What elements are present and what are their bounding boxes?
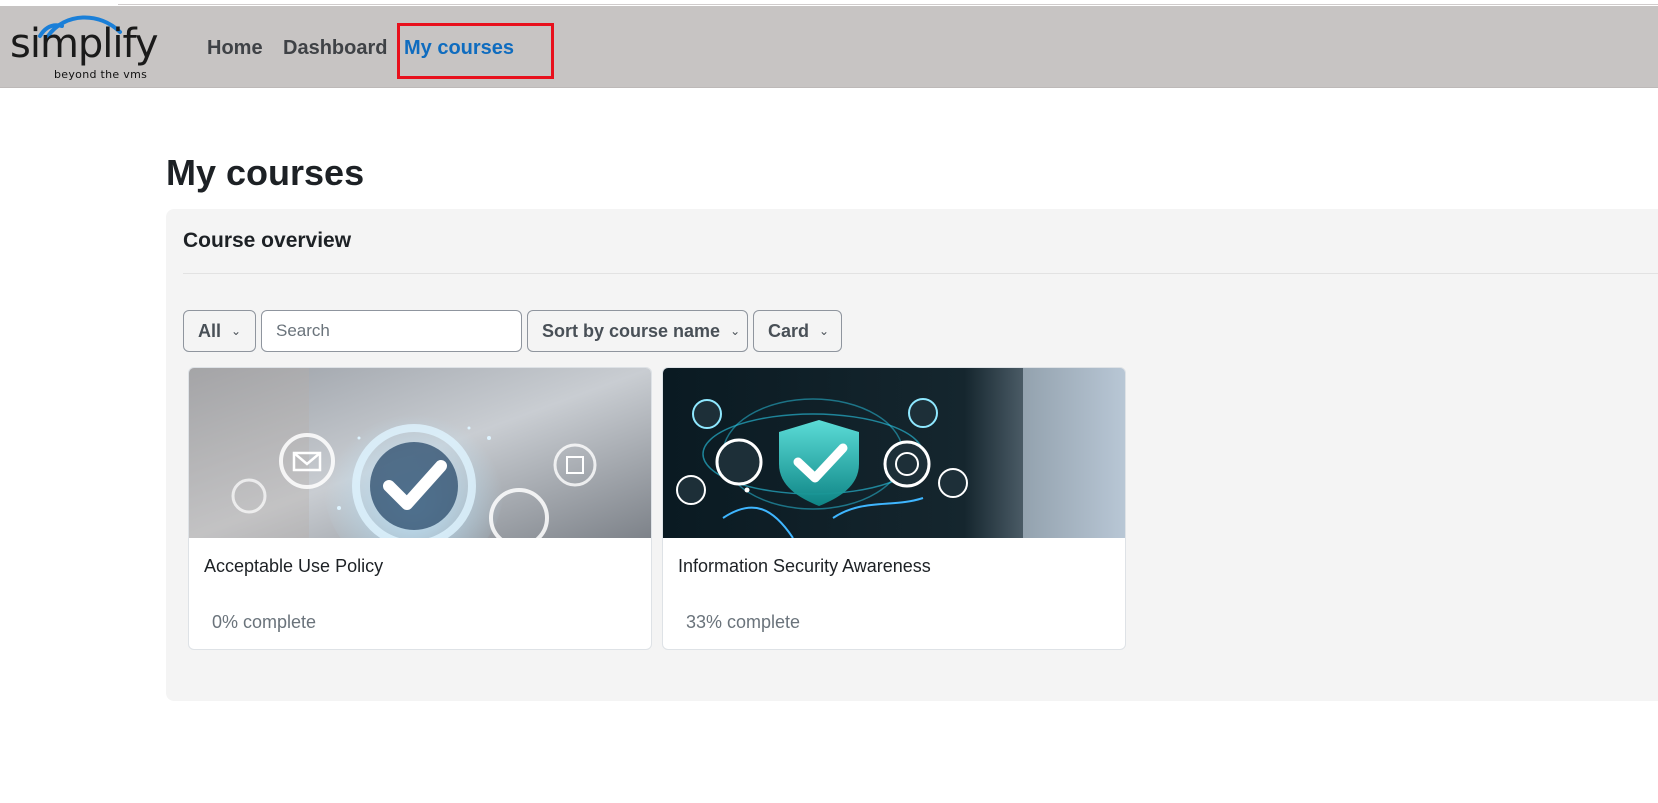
- site-logo[interactable]: simplify beyond the vms: [10, 10, 170, 86]
- course-search-input[interactable]: [261, 310, 522, 352]
- nav-home-link[interactable]: Home: [207, 36, 263, 60]
- top-navbar: simplify beyond the vms Home Dashboard M…: [0, 6, 1658, 88]
- course-name-link[interactable]: Acceptable Use Policy: [204, 556, 383, 577]
- grouping-filter-dropdown[interactable]: All ⌄: [183, 310, 256, 352]
- divider: [183, 273, 1658, 274]
- course-image-acceptable-use-policy[interactable]: [189, 368, 652, 538]
- chevron-down-icon: ⌄: [730, 324, 741, 338]
- course-overview-title: Course overview: [183, 229, 352, 252]
- annotation-highlight-box: [397, 23, 554, 79]
- sort-label: Sort by course name: [542, 320, 721, 341]
- grouping-filter-label: All: [198, 320, 222, 341]
- course-image-information-security-awareness[interactable]: [663, 368, 1126, 538]
- course-progress-text: 33% complete: [686, 612, 801, 632]
- page-title: My courses: [166, 152, 365, 193]
- course-name-link[interactable]: Information Security Awareness: [678, 556, 931, 577]
- course-overview-block: Course overview All ⌄ Sort by course nam…: [166, 209, 1658, 701]
- logo-wordmark: simplify: [10, 21, 159, 67]
- chevron-down-icon: ⌄: [819, 324, 830, 338]
- chevron-down-icon: ⌄: [231, 324, 242, 338]
- view-mode-dropdown[interactable]: Card ⌄: [753, 310, 842, 352]
- view-mode-label: Card: [768, 320, 810, 341]
- logo-tagline: beyond the vms: [54, 68, 148, 81]
- course-card[interactable]: Acceptable Use Policy 0% complete: [188, 367, 652, 650]
- sort-dropdown[interactable]: Sort by course name ⌄: [527, 310, 748, 352]
- nav-dashboard-link[interactable]: Dashboard: [283, 36, 387, 60]
- course-progress-text: 0% complete: [212, 612, 317, 632]
- course-card[interactable]: Information Security Awareness 33% compl…: [662, 367, 1126, 650]
